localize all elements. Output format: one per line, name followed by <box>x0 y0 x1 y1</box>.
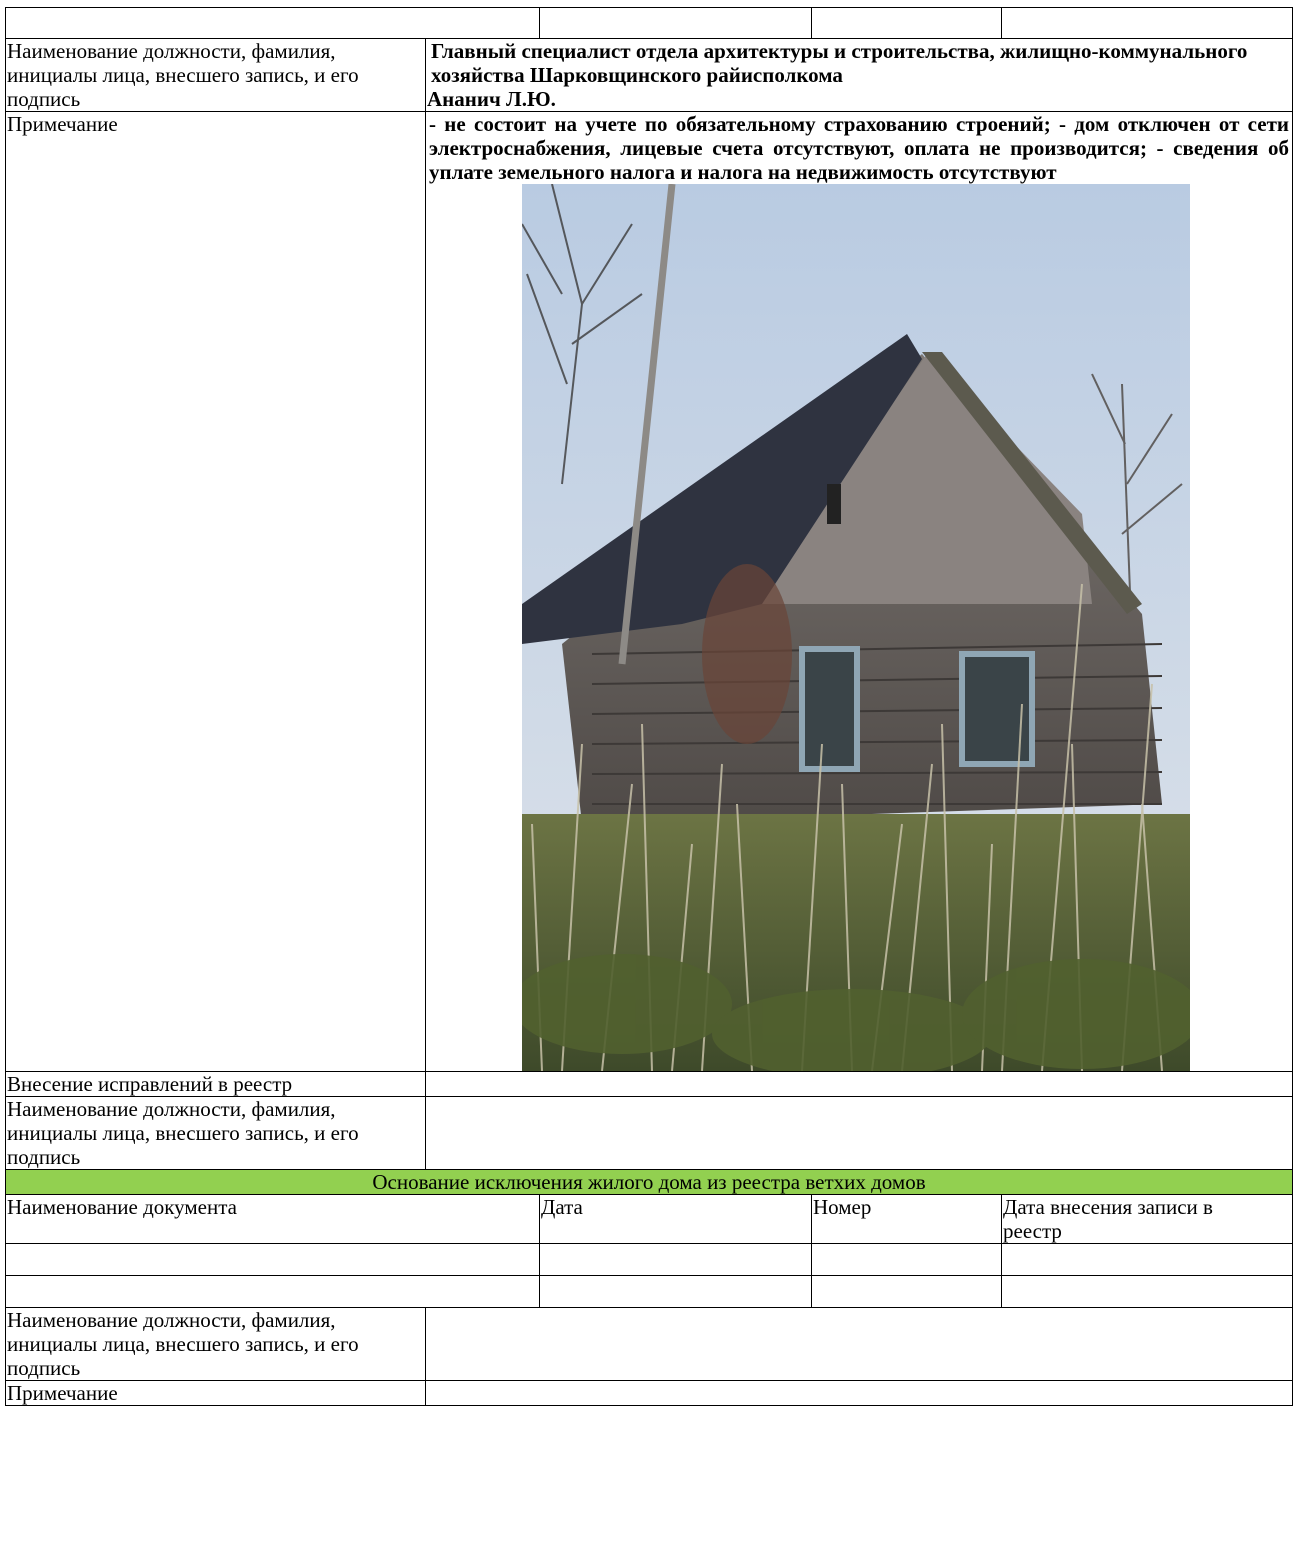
registry-document: Наименование должности, фамилия, инициал… <box>5 7 1293 1406</box>
table-cell <box>811 1243 1002 1276</box>
corrections-row: Внесение исправлений в реестр <box>5 1071 1293 1097</box>
house-photo-wrap <box>427 184 1292 1071</box>
top-cell-4 <box>1001 7 1293 39</box>
entry-official-row: Наименование должности, фамилия, инициал… <box>5 38 1293 112</box>
entry-note-text: - не состоит на учете по обязательному с… <box>429 112 1289 185</box>
exclusion-official-row: Наименование должности, фамилия, инициал… <box>5 1307 1293 1381</box>
exclusion-note-label: Примечание <box>5 1380 426 1406</box>
table-cell <box>811 1275 1002 1308</box>
entry-official-value: Главный специалист отдела архитектуры и … <box>425 38 1293 112</box>
column-document-name: Наименование документа <box>5 1194 540 1244</box>
exclusion-header-row: Основание исключения жилого дома из реес… <box>5 1169 1293 1195</box>
table-cell <box>5 1243 540 1276</box>
corrections-official-label: Наименование должности, фамилия, инициал… <box>5 1096 426 1170</box>
table-row <box>5 1275 1293 1308</box>
exclusion-header: Основание исключения жилого дома из реес… <box>5 1169 1293 1195</box>
top-cell-3 <box>811 7 1002 39</box>
corrections-value <box>425 1071 1293 1097</box>
exclusion-note-row: Примечание <box>5 1380 1293 1406</box>
entry-official-label: Наименование должности, фамилия, инициал… <box>5 38 426 112</box>
table-cell <box>1001 1275 1293 1308</box>
entry-note-label: Примечание <box>5 111 426 1072</box>
corrections-official-row: Наименование должности, фамилия, инициал… <box>5 1096 1293 1170</box>
exclusion-official-label: Наименование должности, фамилия, инициал… <box>5 1307 426 1381</box>
entry-official-name: Ананич Л.Ю. <box>427 87 556 111</box>
entry-note-cell: - не состоит на учете по обязательному с… <box>425 111 1293 1072</box>
top-cell-2 <box>539 7 812 39</box>
table-row <box>5 1243 1293 1276</box>
exclusion-note-value <box>425 1380 1293 1406</box>
house-photo <box>522 184 1190 1071</box>
top-row <box>5 7 1293 39</box>
table-cell <box>5 1275 540 1308</box>
entry-official-position: Главный специалист отдела архитектуры и … <box>431 39 1248 88</box>
table-cell <box>539 1275 812 1308</box>
top-cell-1 <box>5 7 540 39</box>
exclusion-official-value <box>425 1307 1293 1381</box>
column-number: Номер <box>811 1194 1002 1244</box>
table-cell <box>1001 1243 1293 1276</box>
table-cell <box>539 1243 812 1276</box>
registry-table: Наименование должности, фамилия, инициал… <box>5 7 1293 1406</box>
column-date: Дата <box>539 1194 812 1244</box>
exclusion-columns-row: Наименование документа Дата Номер Дата в… <box>5 1194 1293 1244</box>
corrections-label: Внесение исправлений в реестр <box>5 1071 426 1097</box>
column-entry-date: Дата внесения записи в реестр <box>1001 1194 1293 1244</box>
entry-note-row: Примечание - не состоит на учете по обяз… <box>5 111 1293 1072</box>
corrections-official-value <box>425 1096 1293 1170</box>
